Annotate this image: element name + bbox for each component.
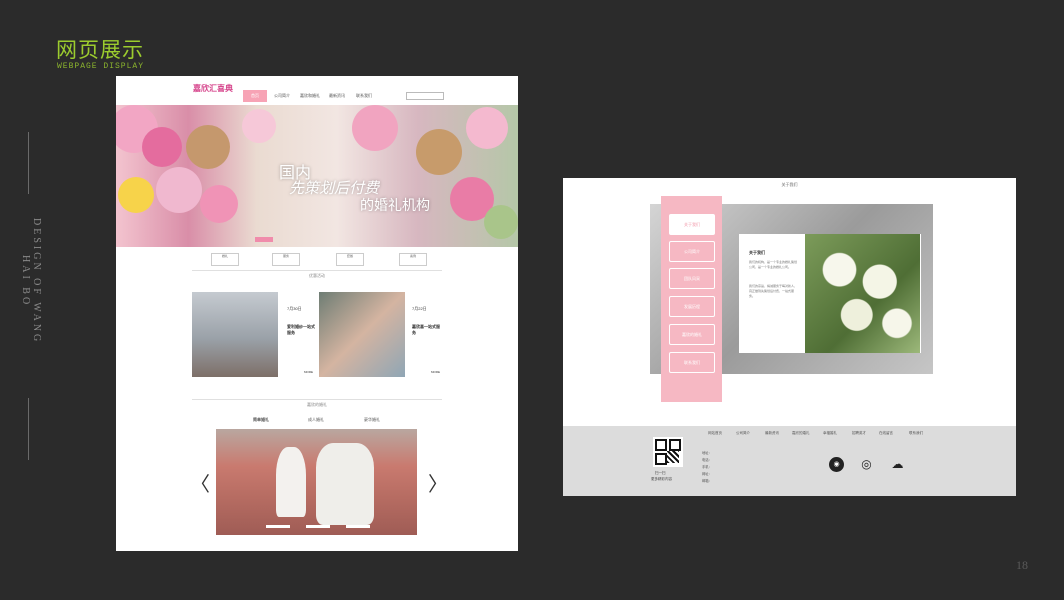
wedding-slide-image <box>216 429 417 535</box>
nav-item-news[interactable]: 最新资讯 <box>329 93 345 99</box>
side-menu-about[interactable]: 关于我们 <box>669 214 715 235</box>
slider-prev-arrow[interactable]: 〈 <box>190 468 210 497</box>
page-number: 18 <box>1016 558 1028 572</box>
divider <box>192 399 442 400</box>
page-heading: 网页展示 <box>56 38 144 62</box>
info-paragraph-1: 我们的机构，是一个专业的婚礼策划公司，是一个专业的婚礼公司。 <box>749 260 798 269</box>
side-menu-wedding[interactable]: 嘉欣的婚礼 <box>669 324 715 345</box>
side-menu-contact[interactable]: 联系我们 <box>669 352 715 373</box>
divider <box>192 270 442 271</box>
footer-phone: 电话： <box>702 458 712 462</box>
tab-simple-wedding[interactable]: 简单婚礼 <box>253 417 269 423</box>
footer-link-contact[interactable]: 联系我们 <box>909 431 923 436</box>
footer-link-message[interactable]: 在线留言 <box>879 431 893 436</box>
tab-adult-wedding[interactable]: 成人婚礼 <box>308 417 324 423</box>
hero-banner: 国内 先策划后付费 的婚礼机构 <box>116 105 518 247</box>
section-title-promotions: 优惠活动 <box>309 273 325 278</box>
side-menu-company[interactable]: 公司简介 <box>669 241 715 262</box>
service-button-1[interactable]: 婚礼 <box>211 253 239 266</box>
site-logo: 嘉欣汇喜典 <box>193 83 233 93</box>
service-button-3[interactable]: 套餐 <box>336 253 364 266</box>
banner-line-3: 的婚礼机构 <box>360 198 430 214</box>
wechat-icon[interactable]: ☁ <box>890 457 905 472</box>
nav-item-about[interactable]: 公司简介 <box>274 93 290 99</box>
search-input[interactable] <box>406 92 444 100</box>
footer-mobile: 手机： <box>702 465 712 469</box>
right-webpage-mockup: 关于我们 关于我们 公司简介 团队风采 发展历程 嘉欣的婚礼 联系我们 关于我们… <box>563 178 1016 496</box>
footer-link-news[interactable]: 最新资讯 <box>765 431 779 436</box>
tab-luxury-wedding[interactable]: 豪华婚礼 <box>364 417 380 423</box>
info-title: 关于我们 <box>749 250 765 255</box>
qr-caption-2: 更多精彩内容 <box>651 477 672 481</box>
nav-item-wedding[interactable]: 嘉欣和婚礼 <box>300 93 320 99</box>
qr-caption-1: 扫一扫 <box>655 471 666 475</box>
footer-website: 网址： <box>702 472 712 476</box>
promo-card-2[interactable]: 7月22日 嘉欣喜一站式服务 MORE <box>319 292 443 377</box>
card-title: 嘉欣喜一站式服务 <box>412 324 440 335</box>
nav-item-contact[interactable]: 联系我们 <box>356 93 372 99</box>
footer-email: 邮箱： <box>702 479 712 483</box>
card-more-link[interactable]: MORE <box>431 370 440 374</box>
footer-address: 地址： <box>702 451 712 455</box>
nav-item-home[interactable]: 首页 <box>243 90 267 102</box>
footer-link-about[interactable]: 公司简介 <box>736 431 750 436</box>
vertical-designer-label: DESIGN OF WANG HAI BO <box>20 217 42 345</box>
promo-card-1[interactable]: 7月30日 爱利婚纱一站式服务 MORE <box>192 292 316 377</box>
vertical-divider-bottom <box>28 398 29 460</box>
weibo-icon[interactable]: ◎ <box>859 457 874 472</box>
card-more-link[interactable]: MORE <box>304 370 313 374</box>
card-date: 7月30日 <box>287 306 302 311</box>
qr-code <box>653 437 683 467</box>
about-page-header: 关于我们 <box>781 182 798 187</box>
footer-link-home[interactable]: 网站首页 <box>708 431 722 436</box>
info-paragraph-2: 我们的宗旨，竭诚服务于每对新人，真正做到先策划后付费，一站式服务。 <box>749 284 798 298</box>
vertical-divider-top <box>28 132 29 194</box>
card-title: 爱利婚纱一站式服务 <box>287 324 315 335</box>
side-menu-history[interactable]: 发展历程 <box>669 296 715 317</box>
site-footer <box>563 426 1016 496</box>
qq-icon[interactable]: ◉ <box>829 457 844 472</box>
left-webpage-mockup: 嘉欣汇喜典 首页 公司简介 嘉欣和婚礼 最新资讯 联系我们 国内 先策划后付费 … <box>116 76 518 551</box>
footer-link-happy[interactable]: 幸福婚礼 <box>823 431 837 436</box>
banner-indicator[interactable] <box>255 237 273 242</box>
service-button-2[interactable]: 服务 <box>272 253 300 266</box>
service-button-4[interactable]: 案例 <box>399 253 427 266</box>
slider-next-arrow[interactable]: 〉 <box>428 468 448 497</box>
footer-link-jobs[interactable]: 招聘英才 <box>852 431 866 436</box>
side-menu-team[interactable]: 团队风采 <box>669 268 715 289</box>
section-title-weddings: 嘉欣的婚礼 <box>307 402 327 407</box>
footer-link-wedding[interactable]: 嘉欣的婚礼 <box>792 431 810 436</box>
card-date: 7月22日 <box>412 306 427 311</box>
page-subheading: WEBPAGE DISPLAY <box>57 62 145 71</box>
rose-bouquet-image <box>805 234 920 353</box>
